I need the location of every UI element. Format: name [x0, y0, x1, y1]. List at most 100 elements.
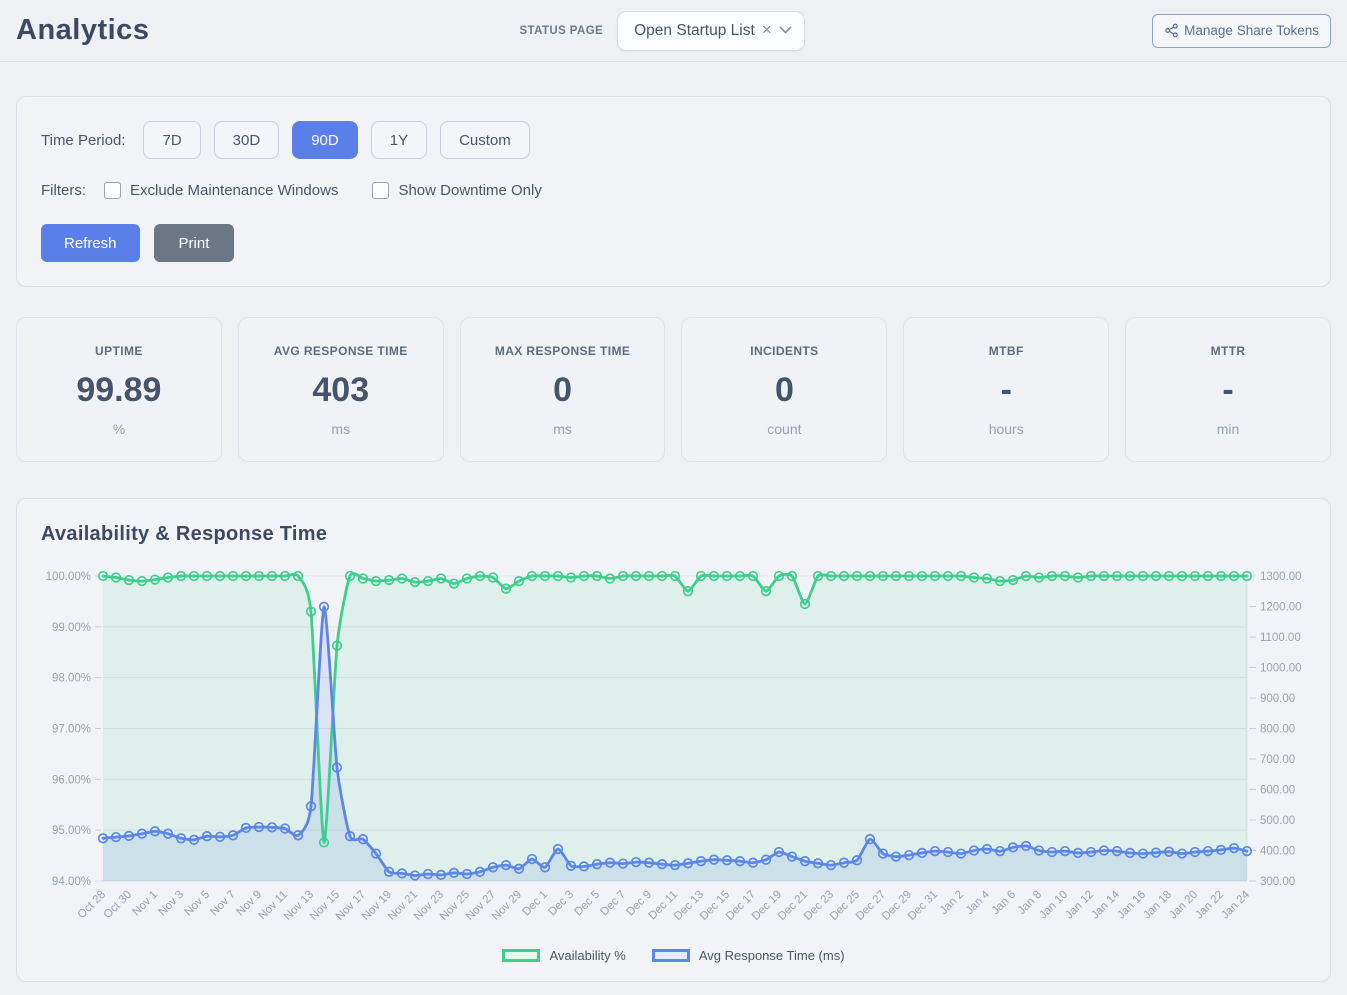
exclude-maintenance-label: Exclude Maintenance Windows [130, 182, 338, 199]
stat-unit: ms [247, 421, 435, 437]
print-button[interactable]: Print [154, 224, 235, 262]
stat-card-mttr: MTTR - min [1125, 317, 1331, 462]
svg-text:100.00%: 100.00% [46, 571, 91, 583]
svg-text:Jan 24: Jan 24 [1219, 888, 1252, 921]
filters-panel: Time Period: 7D 30D 90D 1Y Custom Filter… [16, 96, 1331, 287]
period-button-90d[interactable]: 90D [292, 121, 358, 159]
svg-text:Dec 1: Dec 1 [520, 889, 550, 919]
status-page-selected-value: Open Startup List [634, 22, 755, 40]
stat-card-incidents: INCIDENTS 0 count [681, 317, 887, 462]
stat-card-avg-response: AVG RESPONSE TIME 403 ms [238, 317, 444, 462]
chevron-down-icon[interactable] [779, 26, 792, 35]
svg-text:Nov 3: Nov 3 [156, 889, 186, 919]
filters-row: Filters: Exclude Maintenance Windows Sho… [41, 182, 1306, 199]
svg-text:Jan 4: Jan 4 [964, 888, 993, 917]
svg-text:94.00%: 94.00% [52, 876, 91, 888]
stat-unit: hours [912, 421, 1100, 437]
period-button-7d[interactable]: 7D [143, 121, 200, 159]
actions-row: Refresh Print [41, 224, 1306, 262]
stat-title: MTBF [912, 344, 1100, 358]
svg-text:98.00%: 98.00% [52, 673, 91, 685]
filters-label: Filters: [41, 182, 86, 199]
period-button-1y[interactable]: 1Y [371, 121, 427, 159]
svg-text:1100.00: 1100.00 [1260, 632, 1301, 644]
stat-unit: count [690, 421, 878, 437]
svg-text:Dec 7: Dec 7 [598, 889, 628, 919]
svg-text:Jan 2: Jan 2 [938, 889, 966, 917]
response-swatch [652, 949, 690, 962]
manage-share-tokens-label: Manage Share Tokens [1184, 23, 1319, 38]
manage-share-tokens-button[interactable]: Manage Share Tokens [1152, 14, 1331, 48]
app-header: Analytics STATUS PAGE Open Startup List … [0, 0, 1347, 62]
svg-text:Jan 22: Jan 22 [1193, 889, 1226, 922]
svg-text:Jan 20: Jan 20 [1167, 889, 1200, 922]
page-title: Analytics [16, 14, 149, 47]
stat-value: - [912, 371, 1100, 410]
chart-canvas: 100.00%99.00%98.00%97.00%96.00%95.00%94.… [41, 554, 1306, 946]
svg-text:Nov 7: Nov 7 [208, 889, 238, 919]
svg-text:Dec 31: Dec 31 [906, 889, 940, 923]
period-button-custom[interactable]: Custom [440, 121, 530, 159]
stat-unit: ms [469, 421, 657, 437]
share-icon [1164, 23, 1179, 38]
show-downtime-checkbox-item[interactable]: Show Downtime Only [372, 182, 541, 199]
svg-text:Jan 6: Jan 6 [990, 889, 1018, 917]
svg-text:Jan 10: Jan 10 [1037, 889, 1070, 922]
svg-text:96.00%: 96.00% [52, 774, 91, 786]
stat-card-mtbf: MTBF - hours [903, 317, 1109, 462]
stat-value: 99.89 [25, 371, 213, 410]
svg-text:400.00: 400.00 [1260, 846, 1295, 858]
svg-text:Oct 28: Oct 28 [76, 889, 108, 921]
svg-text:Jan 18: Jan 18 [1141, 889, 1174, 922]
svg-text:700.00: 700.00 [1260, 754, 1295, 766]
stat-title: INCIDENTS [690, 344, 878, 358]
show-downtime-label: Show Downtime Only [398, 182, 541, 199]
stat-value: - [1134, 371, 1322, 410]
svg-text:Dec 5: Dec 5 [572, 889, 602, 919]
stat-title: MTTR [1134, 344, 1322, 358]
svg-text:1300.00: 1300.00 [1260, 571, 1302, 583]
stat-title: AVG RESPONSE TIME [247, 344, 435, 358]
svg-text:300.00: 300.00 [1260, 876, 1295, 888]
svg-text:900.00: 900.00 [1260, 693, 1295, 705]
availability-response-chart: 100.00%99.00%98.00%97.00%96.00%95.00%94.… [41, 554, 1306, 946]
svg-text:600.00: 600.00 [1260, 785, 1295, 797]
legend-item-availability[interactable]: Availability % [502, 948, 625, 963]
svg-text:99.00%: 99.00% [52, 622, 91, 634]
svg-text:1000.00: 1000.00 [1260, 663, 1302, 675]
clear-selection-icon[interactable]: × [762, 21, 772, 38]
svg-text:Jan 12: Jan 12 [1063, 889, 1096, 922]
exclude-maintenance-checkbox[interactable] [104, 182, 121, 199]
stat-value: 403 [247, 371, 435, 410]
availability-swatch [502, 949, 540, 962]
stat-value: 0 [469, 371, 657, 410]
time-period-row: Time Period: 7D 30D 90D 1Y Custom [41, 121, 1306, 159]
time-period-label: Time Period: [41, 132, 125, 149]
svg-text:Nov 5: Nov 5 [182, 889, 212, 919]
svg-text:500.00: 500.00 [1260, 815, 1295, 827]
svg-text:97.00%: 97.00% [52, 724, 91, 736]
stat-card-uptime: UPTIME 99.89 % [16, 317, 222, 462]
chart-title: Availability & Response Time [41, 523, 1306, 546]
exclude-maintenance-checkbox-item[interactable]: Exclude Maintenance Windows [104, 182, 338, 199]
legend-label: Availability % [549, 948, 625, 963]
svg-text:1200.00: 1200.00 [1260, 602, 1302, 614]
svg-text:Jan 16: Jan 16 [1115, 889, 1148, 922]
stat-unit: min [1134, 421, 1322, 437]
stat-unit: % [25, 421, 213, 437]
svg-text:Nov 29: Nov 29 [490, 889, 524, 923]
status-page-group: STATUS PAGE Open Startup List × [519, 11, 804, 51]
period-button-30d[interactable]: 30D [214, 121, 280, 159]
refresh-button[interactable]: Refresh [41, 224, 140, 262]
svg-text:800.00: 800.00 [1260, 724, 1295, 736]
stats-row: UPTIME 99.89 % AVG RESPONSE TIME 403 ms … [16, 317, 1331, 462]
status-page-label: STATUS PAGE [519, 25, 603, 37]
legend-label: Avg Response Time (ms) [699, 948, 845, 963]
show-downtime-checkbox[interactable] [372, 182, 389, 199]
stat-card-max-response: MAX RESPONSE TIME 0 ms [460, 317, 666, 462]
svg-text:Dec 3: Dec 3 [546, 889, 576, 919]
status-page-select[interactable]: Open Startup List × [617, 11, 805, 51]
stat-value: 0 [690, 371, 878, 410]
legend-item-response[interactable]: Avg Response Time (ms) [652, 948, 845, 963]
stat-title: MAX RESPONSE TIME [469, 344, 657, 358]
